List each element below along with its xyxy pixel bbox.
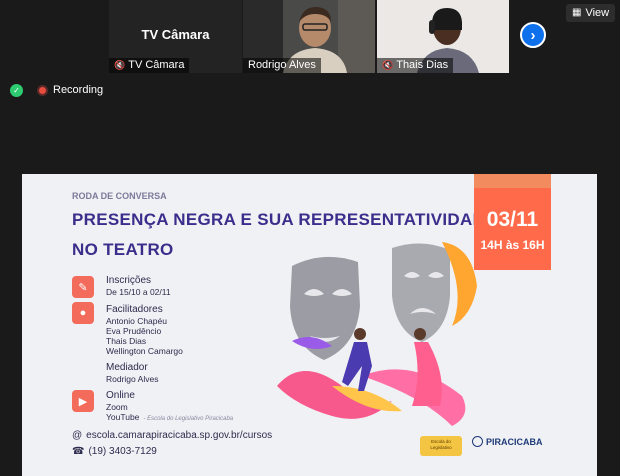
view-button[interactable]: ▦ View: [566, 4, 616, 22]
theatre-masks-illustration: [277, 242, 477, 426]
participant-name: Rodrigo Alves: [248, 59, 316, 71]
view-label: View: [585, 7, 610, 19]
at-icon: @: [72, 430, 83, 441]
inscricoes-label: Inscrições: [106, 275, 152, 286]
encryption-indicator[interactable]: ✓: [10, 84, 23, 97]
video-camera-icon: ▶: [72, 390, 94, 412]
participant-big-name: TV Câmara: [141, 27, 210, 42]
phone-line: ☎ (19) 3403-7129: [72, 446, 157, 457]
online-note: - Escola do Legislativo Piracicaba: [143, 416, 234, 422]
video-tile-tv-camara[interactable]: TV Câmara 🔇 TV Câmara: [109, 0, 242, 73]
flyer-kicker: RODA DE CONVERSA: [72, 191, 167, 201]
participant-name-tag: 🔇 TV Câmara: [109, 58, 190, 73]
online-zoom: Zoom: [106, 402, 128, 412]
website-line: @ escola.camarapiracicaba.sp.gov.br/curs…: [72, 430, 272, 441]
phone-icon: ☎: [72, 446, 85, 457]
escola-logo: Escola do Legislativo: [420, 436, 462, 456]
seal-icon: [472, 436, 483, 447]
participant-name: TV Câmara: [128, 59, 185, 71]
facilitadores-label: Facilitadores: [106, 304, 163, 315]
facilitador-name: Thais Dias: [106, 336, 147, 346]
record-icon: [37, 84, 48, 96]
video-tile-rodrigo-alves[interactable]: Rodrigo Alves: [243, 0, 375, 73]
website-text: escola.camarapiracicaba.sp.gov.br/cursos: [86, 430, 273, 441]
inscricoes-dates: De 15/10 a 02/11: [106, 287, 171, 297]
mic-muted-icon: 🔇: [382, 60, 394, 70]
camara-logo: PIRACICABA: [472, 436, 543, 447]
recording-label: Recording: [53, 84, 104, 96]
facilitador-name: Eva Prudêncio: [106, 326, 162, 336]
pencil-icon: ✎: [72, 276, 94, 298]
online-label: Online: [106, 390, 135, 401]
chevron-right-icon: ›: [530, 26, 536, 44]
next-page-button[interactable]: ›: [520, 22, 546, 48]
grid-icon: ▦: [572, 7, 582, 18]
participant-name-tag: Rodrigo Alves: [243, 58, 321, 73]
participant-name-tag: 🔇 Thais Dias: [377, 58, 454, 73]
online-youtube-line: YouTube - Escola do Legislativo Piracicab…: [106, 412, 233, 424]
person-icon: ●: [72, 302, 94, 324]
flyer-title-line1: PRESENÇA NEGRA E SUA REPRESENTATIVIDADE: [72, 210, 497, 229]
mediador-label: Mediador: [106, 362, 148, 373]
mediador-name: Rodrigo Alves: [106, 374, 159, 384]
shared-screen: RODA DE CONVERSA PRESENÇA NEGRA E SUA RE…: [0, 174, 620, 476]
video-tile-thais-dias[interactable]: 🔇 Thais Dias: [377, 0, 509, 73]
participant-name: Thais Dias: [396, 59, 449, 71]
shield-check-icon: ✓: [10, 84, 23, 97]
facilitador-name: Antonio Chapéu: [106, 316, 167, 326]
camara-logo-text: PIRACICABA: [486, 436, 543, 447]
recording-indicator[interactable]: Recording: [37, 84, 103, 96]
event-flyer: RODA DE CONVERSA PRESENÇA NEGRA E SUA RE…: [22, 174, 597, 476]
phone-text: (19) 3403-7129: [88, 446, 157, 457]
facilitador-name: Wellington Camargo: [106, 346, 183, 356]
mic-muted-icon: 🔇: [114, 60, 126, 70]
event-date: 03/11: [486, 208, 539, 231]
online-youtube: YouTube: [106, 412, 140, 422]
